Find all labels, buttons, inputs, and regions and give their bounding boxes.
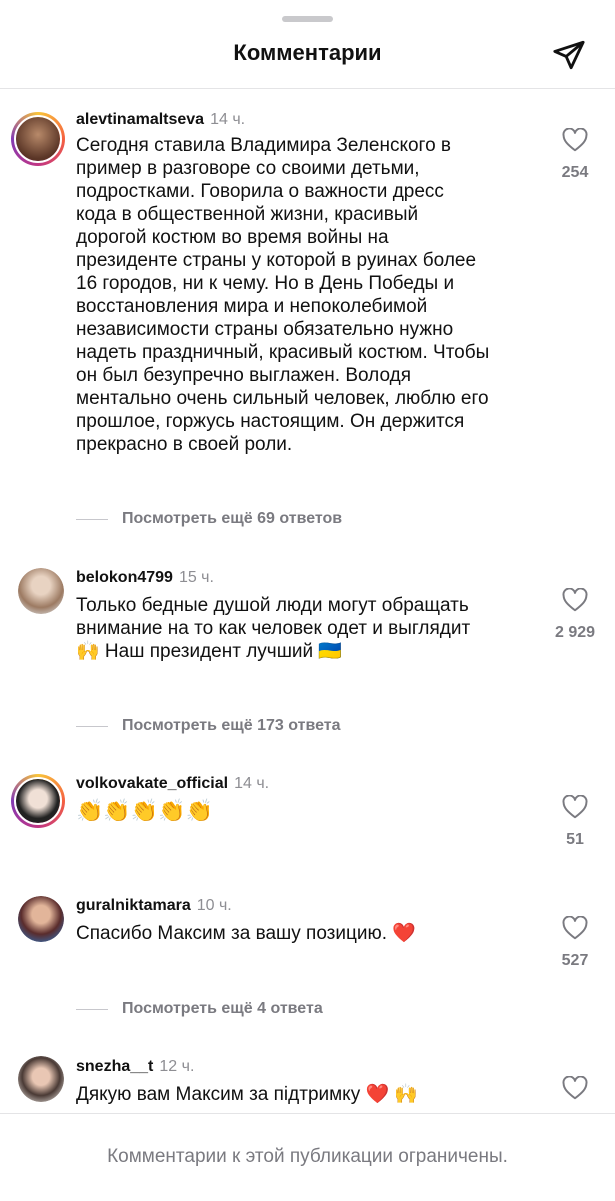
heart-outline-icon[interactable] bbox=[562, 588, 588, 612]
like-count: 527 bbox=[561, 952, 589, 969]
comment-time: 14 ч. bbox=[210, 111, 246, 128]
like-control: 527 bbox=[538, 916, 612, 970]
comment-time: 14 ч. bbox=[234, 775, 270, 792]
comment-username[interactable]: guralniktamara bbox=[76, 897, 191, 914]
comment-username[interactable]: snezha__t bbox=[76, 1058, 153, 1075]
avatar[interactable] bbox=[11, 774, 65, 828]
comment-text: 👏👏👏👏👏 bbox=[76, 799, 213, 824]
heart-outline-icon[interactable] bbox=[562, 1076, 588, 1100]
comment-username[interactable]: alevtinamaltseva bbox=[76, 111, 204, 128]
view-replies-button[interactable]: Посмотреть ещё 173 ответа bbox=[76, 717, 341, 735]
like-control: 2 929 bbox=[538, 588, 612, 642]
heart-outline-icon[interactable] bbox=[562, 916, 588, 940]
like-count: 51 bbox=[566, 831, 584, 848]
comment-text: Сегодня ставила Владимира Зеленского в п… bbox=[76, 135, 490, 455]
avatar[interactable] bbox=[18, 896, 64, 942]
comments-restricted-text: Комментарии к этой публикации ограничены… bbox=[107, 1146, 508, 1167]
view-replies-button[interactable]: Посмотреть ещё 69 ответов bbox=[76, 510, 342, 528]
avatar[interactable] bbox=[11, 112, 65, 166]
comment-username[interactable]: volkovakate_official bbox=[76, 775, 228, 792]
header-divider bbox=[0, 88, 615, 89]
comment-time: 10 ч. bbox=[196, 897, 232, 914]
like-count: 254 bbox=[561, 164, 589, 181]
comments-restricted-footer: Комментарии к этой публикации ограничены… bbox=[0, 1113, 615, 1201]
comment-time: 12 ч. bbox=[159, 1058, 195, 1075]
send-icon[interactable] bbox=[552, 38, 586, 72]
like-control bbox=[538, 1076, 612, 1100]
heart-outline-icon[interactable] bbox=[562, 795, 588, 819]
avatar[interactable] bbox=[18, 568, 64, 614]
drag-handle[interactable] bbox=[282, 16, 333, 22]
avatar[interactable] bbox=[18, 1056, 64, 1102]
like-control: 254 bbox=[538, 128, 612, 182]
comment-text: Только бедные душой люди могут обращать … bbox=[76, 595, 471, 662]
comment-text: Дякую вам Максим за підтримку ❤️ 🙌 bbox=[76, 1084, 419, 1105]
comment-time: 15 ч. bbox=[178, 569, 214, 586]
like-count: 2 929 bbox=[554, 624, 596, 641]
comment-text: Спасибо Максим за вашу позицию. ❤️ bbox=[76, 923, 416, 944]
comment-username[interactable]: belokon4799 bbox=[76, 569, 173, 586]
page-title: Комментарии bbox=[233, 40, 382, 65]
heart-outline-icon[interactable] bbox=[562, 128, 588, 152]
view-replies-button[interactable]: Посмотреть ещё 4 ответа bbox=[76, 1000, 323, 1018]
like-control: 51 bbox=[538, 795, 612, 849]
